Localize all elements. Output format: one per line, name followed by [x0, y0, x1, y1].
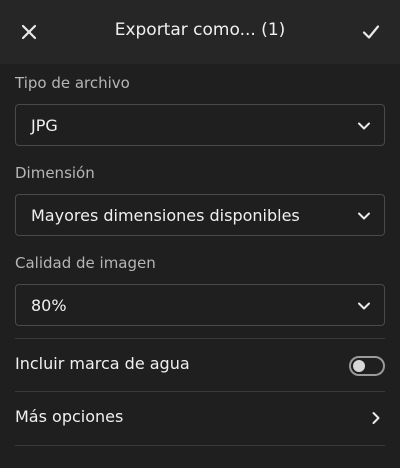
more-options-row[interactable]: Más opciones — [15, 392, 385, 444]
dimension-select[interactable]: Mayores dimensiones disponibles — [15, 194, 385, 236]
watermark-toggle[interactable] — [349, 356, 385, 376]
dialog-header: Exportar como... (1) — [0, 0, 400, 64]
dimension-label: Dimensión — [15, 164, 95, 182]
dimension-value: Mayores dimensiones disponibles — [31, 206, 300, 225]
chevron-down-icon — [358, 212, 370, 220]
chevron-down-icon — [358, 122, 370, 130]
file-type-value: JPG — [31, 116, 58, 135]
watermark-row: Incluir marca de agua — [15, 339, 385, 391]
chevron-right-icon — [372, 412, 380, 424]
checkmark-icon[interactable] — [360, 21, 382, 43]
watermark-label: Incluir marca de agua — [15, 354, 190, 373]
divider — [15, 445, 385, 446]
more-options-label: Más opciones — [15, 407, 124, 426]
chevron-down-icon — [358, 302, 370, 310]
quality-value: 80% — [31, 296, 67, 315]
quality-select[interactable]: 80% — [15, 284, 385, 326]
quality-label: Calidad de imagen — [15, 254, 156, 272]
toggle-knob — [353, 360, 365, 372]
file-type-select[interactable]: JPG — [15, 104, 385, 146]
dialog-title: Exportar como... (1) — [114, 20, 286, 40]
file-type-label: Tipo de archivo — [15, 74, 130, 92]
